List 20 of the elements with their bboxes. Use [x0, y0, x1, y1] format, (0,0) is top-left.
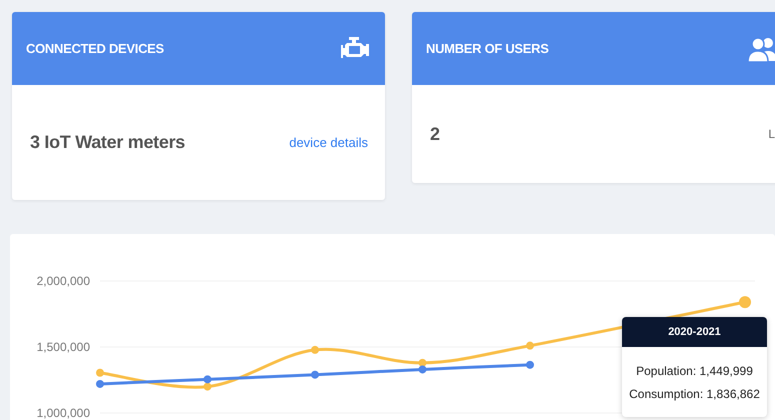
- axis-label: 1,500,000: [36, 340, 90, 354]
- engine-icon: [341, 36, 371, 60]
- data-point: [526, 360, 534, 369]
- card-value: 2: [430, 124, 440, 144]
- data-point: [739, 296, 751, 308]
- card-value: 3 IoT Water meters: [30, 132, 185, 153]
- card-title: CONNECTED DEVICES: [26, 41, 164, 56]
- tooltip-title: 2020-2021: [622, 317, 767, 347]
- card-title: NUMBER OF USERS: [426, 41, 549, 56]
- card-label: L: [768, 127, 775, 141]
- details-link[interactable]: device details: [289, 135, 368, 150]
- axis-label: 2,000,000: [36, 274, 90, 288]
- tooltip-text: Population: 1,449,999: [636, 364, 753, 378]
- axis-label: 1,000,000: [36, 406, 90, 420]
- data-point: [96, 380, 104, 388]
- tooltip-text: Consumption: 1,836,862: [629, 386, 760, 400]
- data-point: [526, 342, 534, 350]
- data-point: [311, 346, 319, 354]
- data-point: [311, 370, 319, 379]
- data-point: [96, 368, 104, 377]
